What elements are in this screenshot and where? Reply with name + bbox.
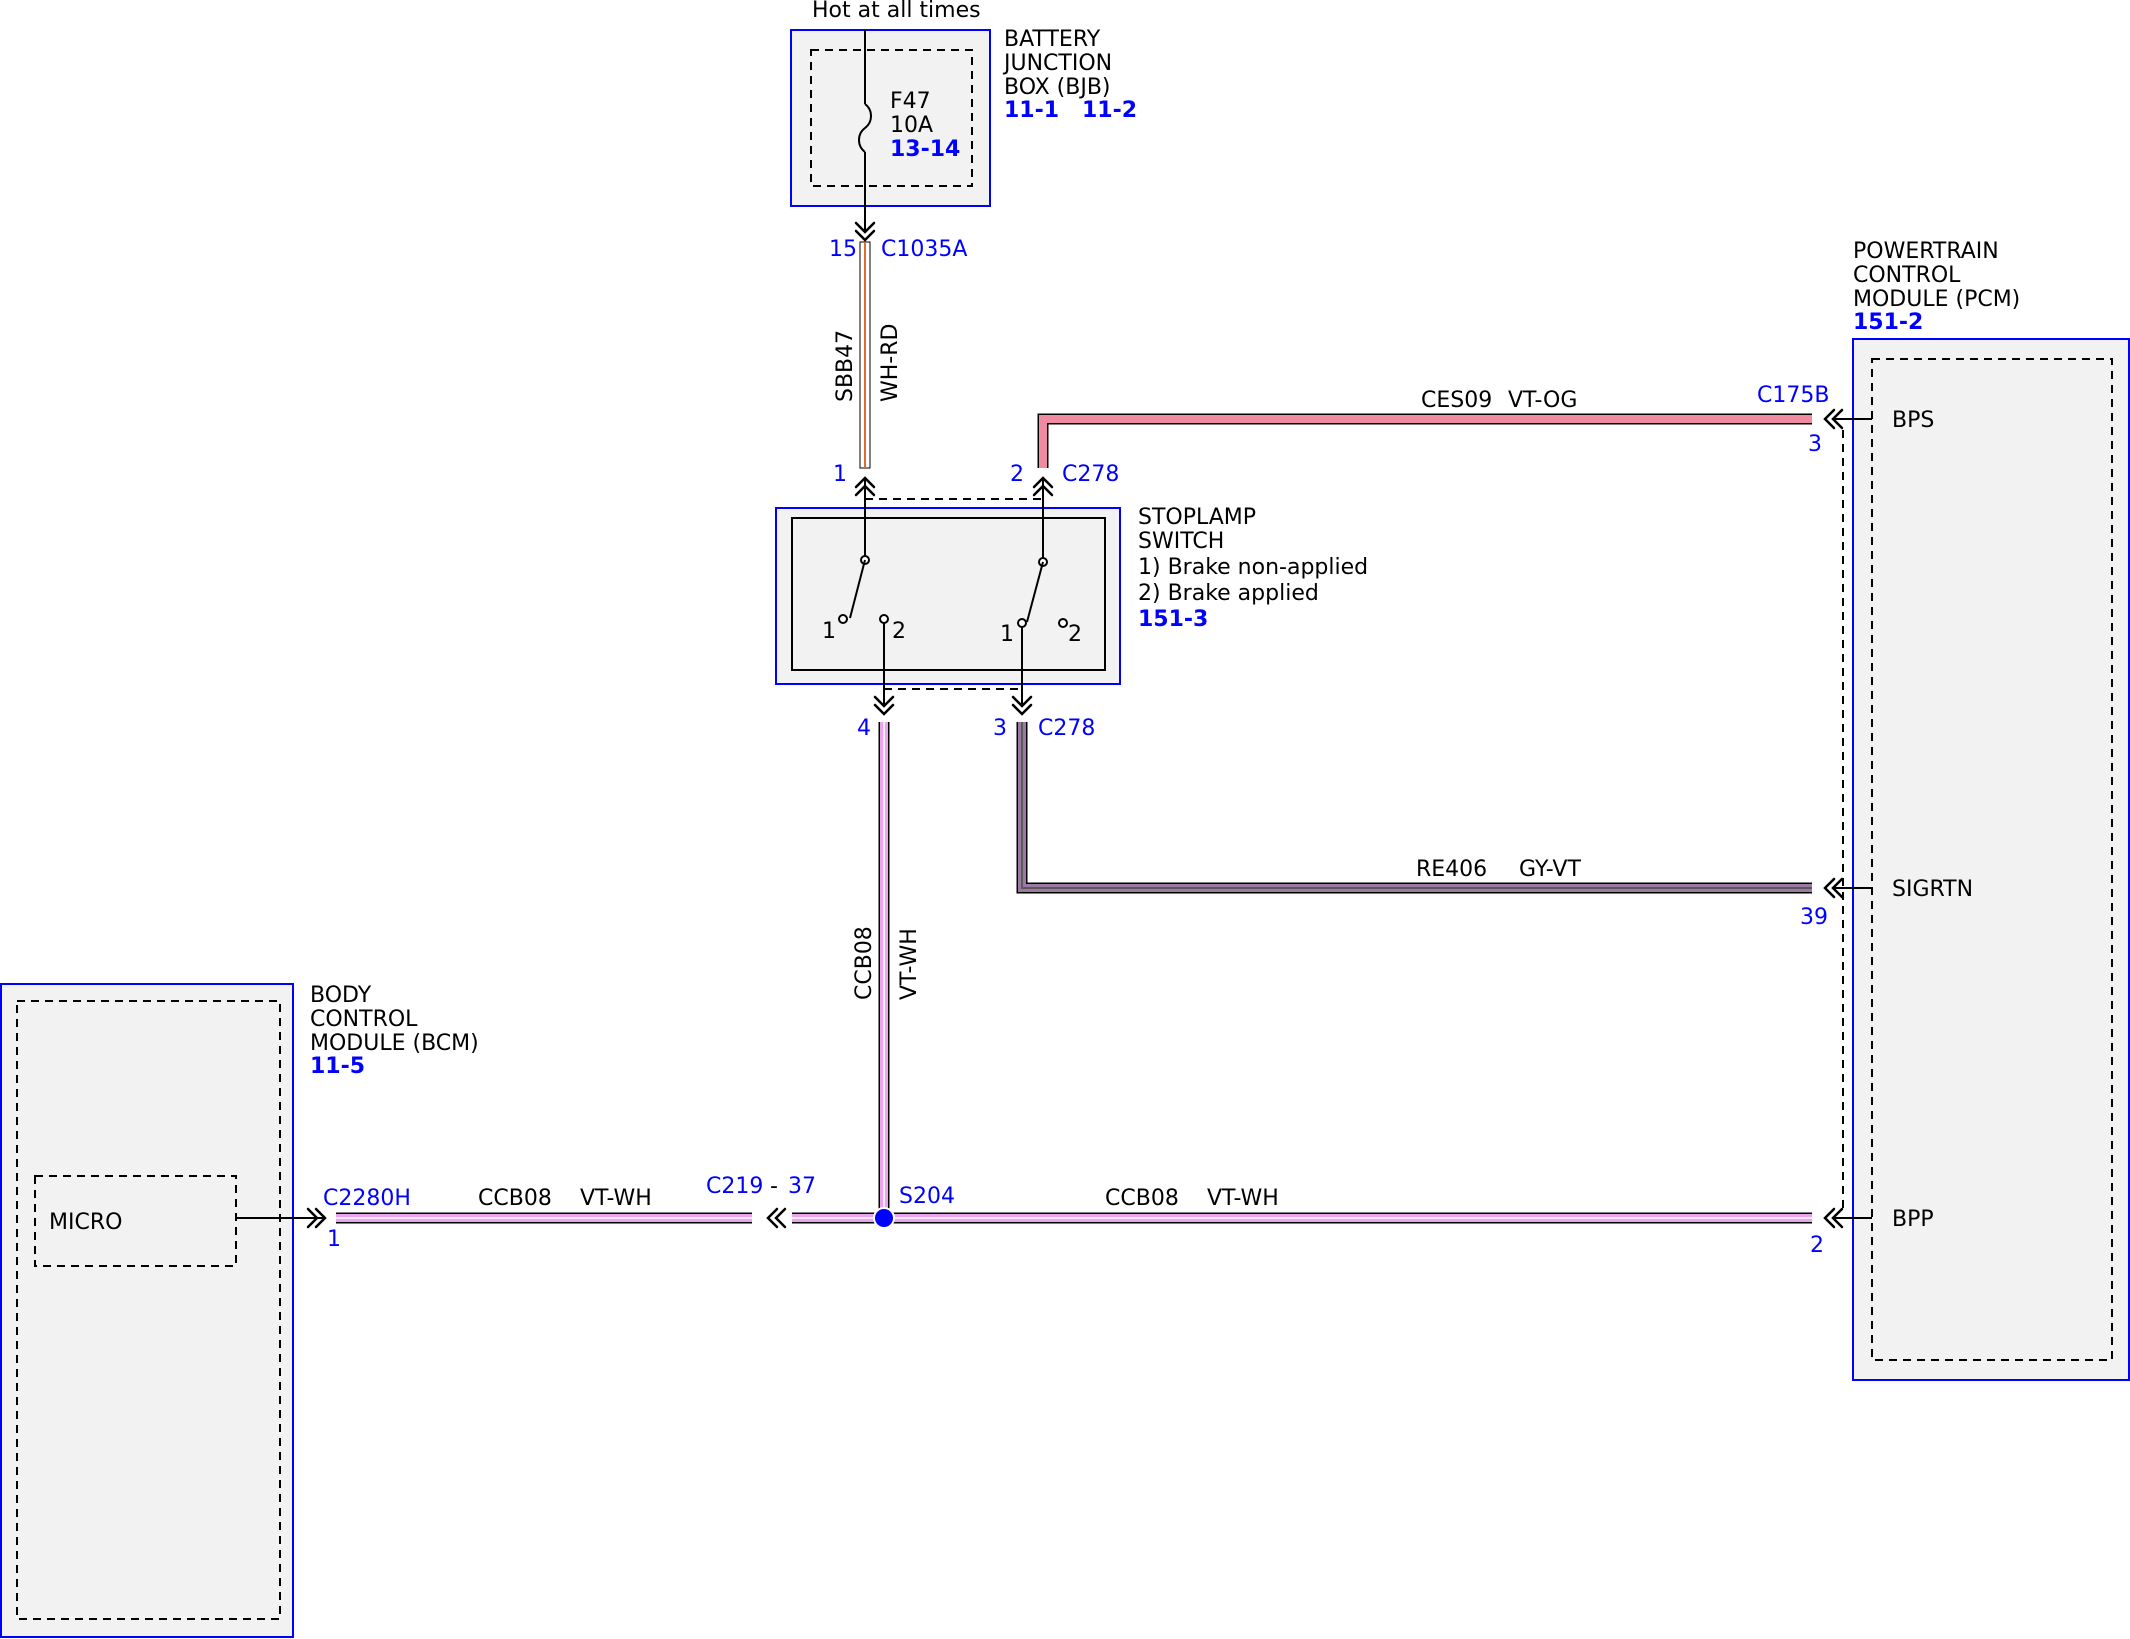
body-control-module: BODY CONTROL MODULE (BCM) 11-5 MICRO [0,983,479,1638]
wire-re406: RE406 GY-VT 39 [1016,722,1828,930]
wire-sbb47-circuit: SBB47 [833,330,858,402]
c175b-label: C175B [1757,383,1829,408]
c2280h-pin-1: 1 [327,1227,341,1252]
bcm-outline [0,983,294,1638]
wire-ccb08-left: CCB08 VT-WH C2280H 1 C219 - 37 [323,1174,884,1252]
wire-ces09-fill [1039,415,1812,468]
c278-top-pin-1: 1 [833,462,847,487]
c2280h-label: C2280H [323,1186,411,1211]
wire-sbb47: SBB47 WH-RD [833,241,903,469]
wire-re406-color: GY-VT [1519,857,1581,882]
splice-s204 [873,1207,895,1229]
pcm-title-line-3: MODULE (PCM) [1853,287,2020,312]
bcm-micro-label: MICRO [49,1210,122,1235]
wire-ccb08-right-circuit: CCB08 [1105,1186,1179,1211]
wiring-diagram: Hot at all times BATTERY JUNCTION BOX (B… [0,0,2130,1638]
wire-ces09-color: VT-OG [1508,388,1577,413]
c278-bottom-label: C278 [1038,716,1095,741]
switch1-contact-2 [879,614,889,624]
c1035a-pin: 15 [829,237,857,262]
bcm-title-line-2: CONTROL [310,1007,418,1032]
wire-ces09-outline [1037,413,1812,468]
stoplamp-switch: 1 2 C278 1 2 1 2 STOPLAMP SWITCH 1) Brak… [775,462,1368,741]
c219-label: C219 [706,1174,763,1199]
bcm-title-line-3: MODULE (BCM) [310,1031,479,1056]
pcm-pin-bpp: BPP [1892,1207,1934,1232]
switch1-contact-label-1: 1 [822,619,836,644]
switch2-contact-label-2: 2 [1068,622,1082,647]
switch1-contact-1 [838,614,848,624]
fuse-ref[interactable]: 13-14 [890,137,960,162]
wire-ccb08-left-color: VT-WH [580,1186,652,1211]
c1035a-label: C1035A [881,237,967,262]
pcm-pin-2: 2 [1810,1233,1824,1258]
bjb-ref-1[interactable]: 11-1 [1004,98,1059,123]
wire-ces09: CES09 VT-OG C175B 3 [1037,383,1829,468]
wire-sbb47-stripe [864,242,866,468]
switch2-contact-2 [1058,618,1068,628]
pcm-pin-sigrtn: SIGRTN [1892,877,1973,902]
c278-bottom-pin-3: 3 [993,716,1007,741]
c278-bottom-pin-4: 4 [857,716,871,741]
switch-title-line-1: STOPLAMP [1138,505,1256,530]
wire-ccb08-right: CCB08 VT-WH 2 [884,1186,1824,1258]
switch-title-line-2: SWITCH [1138,529,1224,554]
wire-ccb08-vertical-circuit: CCB08 [852,926,877,1000]
bjb-title-line-1: BATTERY [1004,27,1101,52]
wire-ccb08-left-circuit: CCB08 [478,1186,552,1211]
battery-junction-box: Hot at all times BATTERY JUNCTION BOX (B… [790,0,1137,262]
wire-re406-circuit: RE406 [1416,857,1487,882]
wire-sbb47-color: WH-RD [878,324,903,402]
bcm-title-line-1: BODY [310,983,372,1008]
c219-pin-37: 37 [788,1174,816,1199]
switch1-contact-label-2: 2 [892,619,906,644]
pcm-pin-39: 39 [1800,905,1828,930]
wire-ces09-circuit: CES09 [1421,388,1492,413]
switch-ref[interactable]: 151-3 [1138,607,1208,632]
c219-connector-symbol [766,1207,787,1229]
stoplamp-switch-body [791,517,1106,671]
bjb-title-line-3: BOX (BJB) [1004,75,1111,100]
switch-state-2: 2) Brake applied [1138,581,1319,606]
pcm-ref[interactable]: 151-2 [1853,310,1923,335]
pcm-title-line-1: POWERTRAIN [1853,239,1999,264]
wire-ccb08-right-color: VT-WH [1207,1186,1279,1211]
pcm-title-line-2: CONTROL [1853,263,1961,288]
c175b-pin-3: 3 [1808,432,1822,457]
powertrain-control-module: POWERTRAIN CONTROL MODULE (PCM) 151-2 BP… [1823,239,2130,1381]
switch2-contact-label-1: 1 [1000,622,1014,647]
bcm-ref[interactable]: 11-5 [310,1054,365,1079]
c278-top-label: C278 [1062,462,1119,487]
c278-top-pin-2: 2 [1010,462,1024,487]
bjb-title-line-2: JUNCTION [1002,51,1112,76]
fuse-rating: 10A [890,113,933,138]
power-source-label: Hot at all times [812,0,981,23]
switch2-contact-1 [1017,618,1027,628]
fuse-name: F47 [890,89,931,114]
c219-separator: - [770,1174,778,1199]
wire-ccb08-vertical-color: VT-WH [897,928,922,1000]
wire-ccb08-vertical: CCB08 VT-WH [852,722,922,1217]
pcm-pin-bps: BPS [1892,408,1934,433]
splice-s204-label: S204 [899,1184,955,1209]
switch-state-1: 1) Brake non-applied [1138,555,1368,580]
bjb-ref-2[interactable]: 11-2 [1082,98,1137,123]
